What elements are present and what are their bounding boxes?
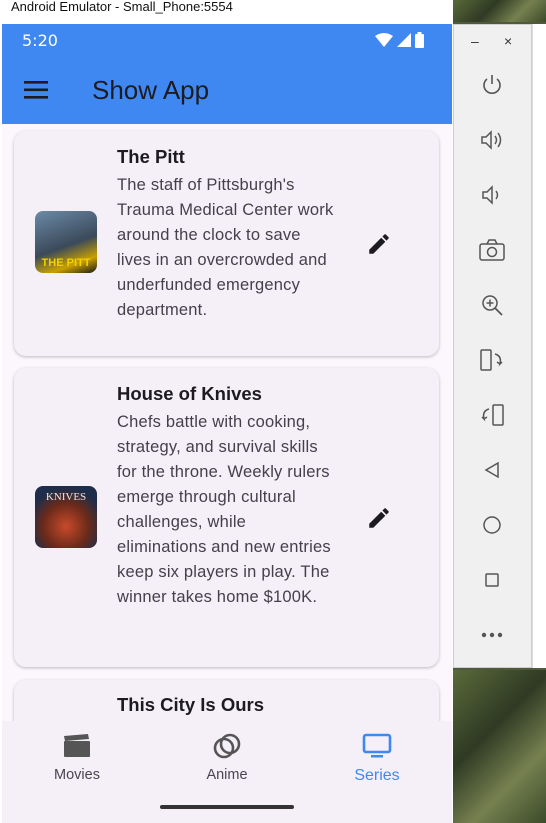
show-card[interactable]: THE PITT The Pitt The staff of Pittsburg… — [14, 131, 439, 356]
show-title: House of Knives — [117, 383, 262, 404]
signal-icon — [397, 33, 411, 47]
battery-icon — [415, 32, 424, 48]
thumbnail-text: KNIVES — [45, 491, 87, 503]
extended-controls-strip — [532, 24, 546, 668]
zoom-icon[interactable] — [477, 290, 507, 320]
bottom-navigation: Movies Anime Series — [2, 721, 452, 823]
status-icons — [375, 32, 424, 48]
edit-icon[interactable] — [366, 505, 392, 531]
back-icon[interactable] — [477, 455, 507, 485]
rotate-right-icon[interactable] — [477, 400, 507, 430]
show-description: The staff of Pittsburgh's Trauma Medical… — [117, 176, 334, 319]
phone-screen: 5:20 Show App THE PITT The Pitt The staf… — [2, 24, 452, 823]
nav-label: Anime — [206, 767, 248, 783]
nav-anime[interactable]: Anime — [172, 731, 282, 783]
emulator-window: Android Emulator - Small_Phone:5554 5:20… — [0, 0, 453, 823]
home-indicator[interactable] — [160, 805, 294, 809]
tv-icon — [362, 733, 392, 758]
show-thumbnail: KNIVES — [35, 486, 97, 548]
nav-movies[interactable]: Movies — [22, 731, 132, 783]
camera-icon[interactable] — [477, 235, 507, 265]
window-title: Android Emulator - Small_Phone:5554 — [0, 0, 453, 22]
power-icon[interactable] — [477, 70, 507, 100]
nav-label: Series — [354, 767, 400, 784]
show-card[interactable]: KNIVES House of Knives Chefs battle with… — [14, 368, 439, 667]
home-icon[interactable] — [477, 510, 507, 540]
show-title: The Pitt — [117, 146, 185, 167]
close-button[interactable]: × — [504, 33, 512, 49]
show-card[interactable]: This City Is Ours — [14, 680, 439, 721]
edit-icon[interactable] — [366, 231, 392, 257]
status-time: 5:20 — [22, 30, 58, 50]
thumbnail-text: THE PITT — [41, 257, 91, 269]
wifi-icon — [375, 33, 393, 47]
more-icon[interactable] — [477, 620, 507, 650]
menu-icon[interactable] — [24, 80, 50, 100]
page-title: Show App — [92, 74, 210, 105]
overview-icon[interactable] — [477, 565, 507, 595]
nav-label: Movies — [54, 767, 100, 783]
show-description: Chefs battle with cooking, strategy, and… — [117, 413, 331, 606]
rotate-left-icon[interactable] — [477, 345, 507, 375]
volume-up-icon[interactable] — [477, 125, 507, 155]
show-title: This City Is Ours — [117, 694, 265, 715]
minimize-button[interactable]: – — [471, 33, 479, 49]
emulator-toolbar: – × — [453, 24, 532, 668]
app-bar: Show App — [2, 56, 452, 124]
movie-icon — [64, 734, 90, 757]
nav-series[interactable]: Series — [322, 731, 432, 785]
desktop-background-bottom — [452, 670, 546, 823]
desktop-background-top — [452, 0, 546, 22]
status-bar: 5:20 — [2, 24, 452, 56]
volume-down-icon[interactable] — [477, 180, 507, 210]
show-thumbnail: THE PITT — [35, 211, 97, 273]
anime-icon — [213, 733, 241, 759]
show-list[interactable]: THE PITT The Pitt The staff of Pittsburg… — [2, 124, 452, 721]
